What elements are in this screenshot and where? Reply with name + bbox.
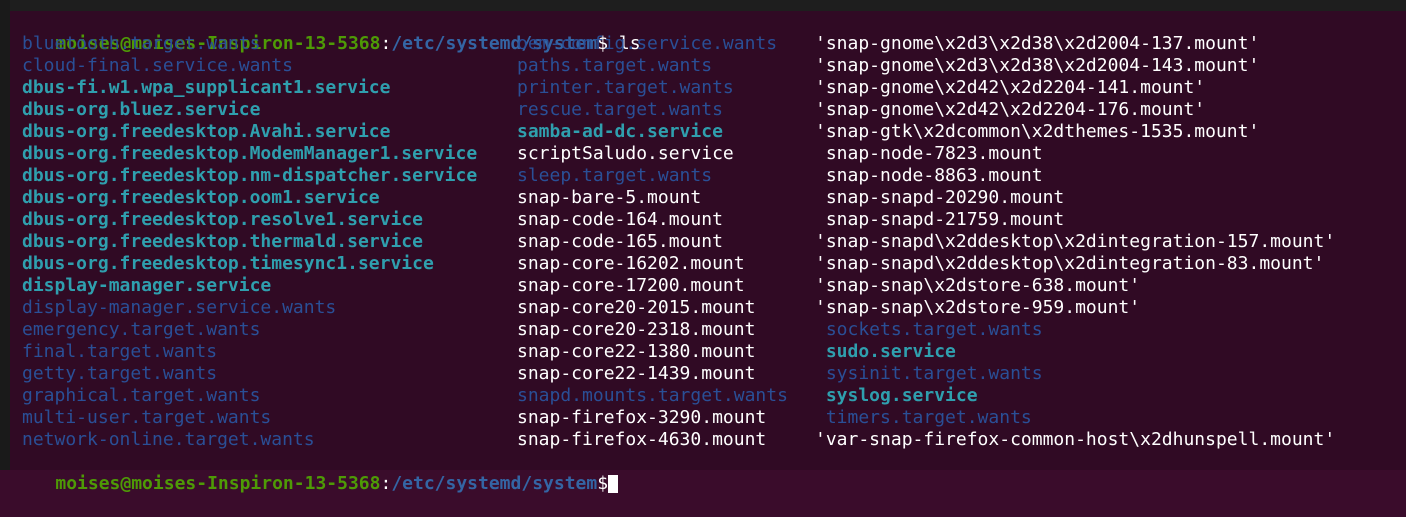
ls-entry: dbus-org.freedesktop.timesync1.service (22, 253, 434, 274)
ls-entry: snap-firefox-3290.mount (517, 407, 767, 428)
ls-entry: snap-firefox-4630.mount (517, 429, 767, 450)
ls-entry: snap-bare-5.mount (517, 187, 702, 208)
prompt-symbol: $ (597, 473, 609, 494)
ls-entry: timers.target.wants (815, 407, 1032, 428)
ls-entry: sysinit.target.wants (815, 363, 1043, 384)
ls-entry: 'snap-gnome\x2d42\x2d2204-141.mount' (815, 77, 1206, 98)
ls-entry: cloud-final.service.wants (22, 55, 293, 76)
ls-entry: oem-config.service.wants (517, 33, 778, 54)
text-cursor (608, 475, 619, 493)
ls-entry: sudo.service (815, 341, 956, 362)
ls-entry: multi-user.target.wants (22, 407, 272, 428)
ls-entry: dbus-org.freedesktop.oom1.service (22, 187, 380, 208)
ls-entry: 'snap-gnome\x2d42\x2d2204-176.mount' (815, 99, 1206, 120)
ls-entry: paths.target.wants (517, 55, 713, 76)
ls-entry: snap-core20-2015.mount (517, 297, 756, 318)
ls-entry: snap-core22-1439.mount (517, 363, 756, 384)
ls-entry: snap-code-164.mount (517, 209, 723, 230)
ls-entry: final.target.wants (22, 341, 218, 362)
ls-entry: syslog.service (815, 385, 978, 406)
ls-entry: snap-code-165.mount (517, 231, 723, 252)
ls-entry: scriptSaludo.service (517, 143, 734, 164)
ls-entry: emergency.target.wants (22, 319, 261, 340)
ls-entry: getty.target.wants (22, 363, 218, 384)
window-top-bar (0, 0, 1406, 11)
prompt-path: /etc/systemd/system (391, 473, 598, 494)
ls-entry: dbus-org.freedesktop.ModemManager1.servi… (22, 143, 478, 164)
terminal-window[interactable]: moises@moises-Inspiron-13-5368:/etc/syst… (10, 11, 1406, 494)
prompt-line-1: moises@moises-Inspiron-13-5368:/etc/syst… (12, 11, 640, 54)
ls-entry: dbus-org.freedesktop.Avahi.service (22, 121, 391, 142)
prompt-separator: : (380, 473, 392, 494)
ls-entry: 'snap-snap\x2dstore-638.mount' (815, 275, 1141, 296)
ls-entry: 'snap-gnome\x2d3\x2d38\x2d2004-137.mount… (815, 33, 1260, 54)
ls-entry: sleep.target.wants (517, 165, 713, 186)
ls-entry: network-online.target.wants (22, 429, 315, 450)
ls-entry: 'snap-snapd\x2ddesktop\x2dintegration-15… (815, 231, 1336, 252)
ls-entry: snap-snapd-20290.mount (815, 187, 1065, 208)
ls-entry: snap-core-17200.mount (517, 275, 745, 296)
ls-entry: samba-ad-dc.service (517, 121, 723, 142)
prompt-separator: : (380, 33, 392, 54)
ls-entry: sockets.target.wants (815, 319, 1043, 340)
ls-entry: 'var-snap-firefox-common-host\x2dhunspel… (815, 429, 1336, 450)
prompt-user-host: moises@moises-Inspiron-13-5368 (55, 473, 381, 494)
ls-entry: snap-core20-2318.mount (517, 319, 756, 340)
ls-entry: dbus-org.freedesktop.resolve1.service (22, 209, 423, 230)
ls-entry: 'snap-gtk\x2dcommon\x2dthemes-1535.mount… (815, 121, 1260, 142)
ls-entry: dbus-org.bluez.service (22, 99, 261, 120)
ls-entry: snap-core-16202.mount (517, 253, 745, 274)
ls-entry: dbus-fi.w1.wpa_supplicant1.service (22, 77, 391, 98)
ls-entry: dbus-org.freedesktop.thermald.service (22, 231, 423, 252)
ls-entry: snap-node-7823.mount (815, 143, 1043, 164)
ls-entry: graphical.target.wants (22, 385, 261, 406)
ls-entry: display-manager.service (22, 275, 272, 296)
ls-entry: snap-snapd-21759.mount (815, 209, 1065, 230)
ls-entry: snapd.mounts.target.wants (517, 385, 788, 406)
ls-entry: printer.target.wants (517, 77, 734, 98)
ls-entry: dbus-org.freedesktop.nm-dispatcher.servi… (22, 165, 478, 186)
ls-entry: rescue.target.wants (517, 99, 723, 120)
window-left-edge (0, 0, 10, 470)
ls-entry: display-manager.service.wants (22, 297, 337, 318)
ls-entry: 'snap-gnome\x2d3\x2d38\x2d2004-143.mount… (815, 55, 1260, 76)
ls-entry: bluetooth.target.wants (22, 33, 261, 54)
ls-entry: snap-node-8863.mount (815, 165, 1043, 186)
ls-entry: snap-core22-1380.mount (517, 341, 756, 362)
ls-entry: 'snap-snap\x2dstore-959.mount' (815, 297, 1141, 318)
ls-entry: 'snap-snapd\x2ddesktop\x2dintegration-83… (815, 253, 1325, 274)
